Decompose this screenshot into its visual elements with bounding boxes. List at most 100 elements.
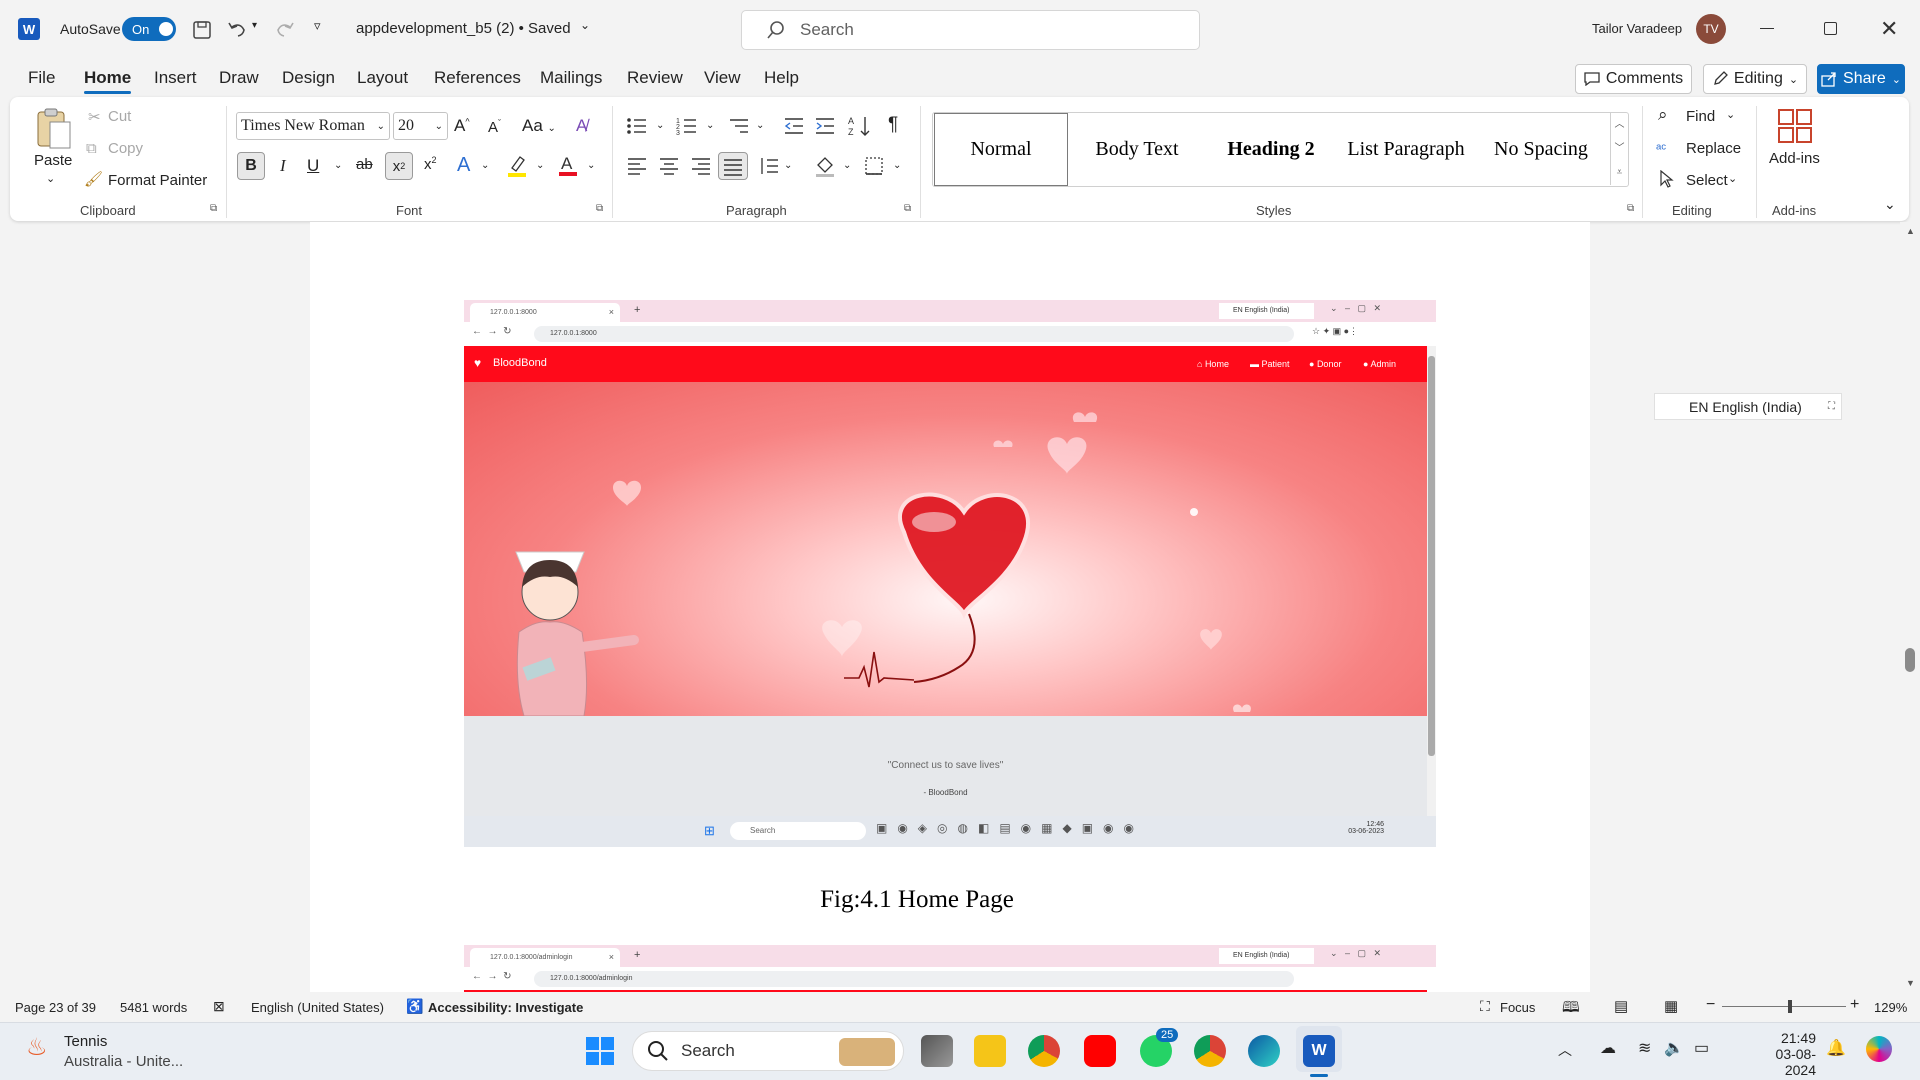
shading-dropdown-icon[interactable]: ⌄ — [843, 160, 851, 171]
numbering-icon[interactable]: 123 — [676, 116, 698, 136]
print-layout-icon[interactable]: ▤ — [1614, 997, 1628, 1015]
find-dropdown-icon[interactable]: ⌄ — [1726, 108, 1735, 121]
taskbar-search[interactable]: Search — [632, 1031, 904, 1071]
style-heading-2[interactable]: Heading 2 — [1204, 113, 1338, 186]
highlight-icon[interactable] — [506, 154, 528, 178]
undo-dropdown-icon[interactable]: ▾ — [252, 20, 257, 31]
text-effects-icon[interactable]: A — [457, 154, 470, 177]
proofing-icon[interactable]: ⊠ — [213, 998, 225, 1015]
strikethrough-button[interactable]: ab — [356, 156, 373, 173]
undo-icon[interactable] — [226, 18, 248, 40]
zoom-out-icon[interactable]: − — [1706, 996, 1715, 1014]
change-case-icon[interactable]: Aa ⌄ — [522, 116, 556, 136]
shrink-font-icon[interactable]: Aˇ — [488, 118, 501, 136]
style-body-text[interactable]: Body Text — [1070, 113, 1204, 186]
format-painter-button[interactable]: Format Painter — [108, 172, 207, 189]
bold-button[interactable]: B — [237, 152, 265, 180]
document-title[interactable]: appdevelopment_b5 (2) • Saved — [356, 20, 571, 37]
paste-dropdown-icon[interactable]: ⌄ — [46, 172, 55, 185]
line-spacing-icon[interactable] — [758, 156, 780, 176]
taskbar-clock[interactable]: 21:49 03-08-2024 — [1748, 1030, 1816, 1078]
close-icon[interactable]: ✕ — [1880, 16, 1898, 42]
tab-design[interactable]: Design — [282, 68, 335, 88]
addins-button[interactable]: Add-ins — [1769, 150, 1820, 167]
wifi-icon[interactable]: ≋ — [1638, 1038, 1651, 1058]
youtube-icon[interactable] — [1084, 1035, 1116, 1067]
borders-dropdown-icon[interactable]: ⌄ — [893, 160, 901, 171]
battery-icon[interactable]: ▭ — [1694, 1038, 1709, 1058]
paste-icon[interactable] — [34, 106, 74, 150]
read-mode-icon[interactable]: 🕮 — [1562, 997, 1580, 1022]
autosave-toggle[interactable]: On — [122, 17, 176, 41]
tab-help[interactable]: Help — [764, 68, 799, 88]
save-icon[interactable] — [191, 19, 213, 41]
superscript-button[interactable]: x2 — [424, 155, 437, 173]
style-list-paragraph[interactable]: List Paragraph — [1338, 113, 1474, 186]
onedrive-icon[interactable]: ☁ — [1600, 1038, 1616, 1058]
tab-mailings[interactable]: Mailings — [540, 68, 602, 88]
italic-button[interactable]: I — [280, 156, 286, 176]
task-view-icon[interactable] — [921, 1035, 953, 1067]
editing-mode-button[interactable]: Editing ⌄ — [1703, 64, 1807, 94]
paste-label[interactable]: Paste — [34, 152, 72, 169]
justify-button[interactable] — [718, 152, 748, 180]
tab-home[interactable]: Home — [84, 68, 131, 88]
tray-chevron-icon[interactable]: ︿ — [1558, 1040, 1572, 1060]
focus-button[interactable]: Focus — [1500, 1000, 1535, 1015]
grow-font-icon[interactable]: A^ — [454, 116, 470, 136]
accessibility-status[interactable]: Accessibility: Investigate — [428, 1000, 583, 1015]
weather-title[interactable]: Tennis — [64, 1033, 107, 1050]
align-right-icon[interactable] — [690, 156, 712, 176]
tab-draw[interactable]: Draw — [219, 68, 259, 88]
align-left-icon[interactable] — [626, 156, 648, 176]
styles-launcher-icon[interactable]: ⧉ — [1627, 203, 1634, 214]
language-status[interactable]: English (United States) — [251, 1000, 384, 1015]
tab-view[interactable]: View — [704, 68, 741, 88]
page-count[interactable]: Page 23 of 39 — [15, 1000, 96, 1015]
show-formatting-marks-icon[interactable]: ¶ — [888, 114, 898, 136]
bullets-icon[interactable] — [626, 116, 648, 136]
shading-icon[interactable] — [814, 155, 836, 177]
zoom-in-icon[interactable]: + — [1850, 996, 1859, 1014]
styles-scroll[interactable]: ︿ ﹀ ⩡ — [1610, 113, 1628, 185]
tab-references[interactable]: References — [434, 68, 521, 88]
word-taskbar-icon[interactable]: W — [1303, 1035, 1335, 1067]
clear-formatting-icon[interactable]: A̸ — [576, 116, 587, 136]
underline-dropdown-icon[interactable]: ⌄ — [334, 160, 342, 171]
decrease-indent-icon[interactable] — [783, 116, 805, 136]
addins-icon[interactable] — [1777, 108, 1813, 144]
avatar[interactable]: TV — [1696, 14, 1726, 44]
font-name-field[interactable]: Times New Roman ⌄ — [236, 112, 390, 140]
restore-icon[interactable] — [1824, 22, 1837, 35]
title-chevron-down-icon[interactable]: ⌄ — [580, 18, 590, 32]
font-launcher-icon[interactable]: ⧉ — [596, 203, 603, 214]
edge-icon[interactable] — [1248, 1035, 1280, 1067]
align-center-icon[interactable] — [658, 156, 680, 176]
underline-button[interactable]: U — [307, 156, 319, 176]
scrollbar-thumb[interactable] — [1905, 648, 1915, 672]
highlight-dropdown-icon[interactable]: ⌄ — [536, 160, 544, 171]
zoom-slider[interactable] — [1722, 1006, 1846, 1007]
word-count[interactable]: 5481 words — [120, 1000, 187, 1015]
borders-icon[interactable] — [864, 156, 884, 176]
search-box[interactable]: Search — [741, 10, 1200, 50]
notification-bell-icon[interactable]: 🔔 — [1826, 1038, 1846, 1058]
text-effects-dropdown-icon[interactable]: ⌄ — [481, 160, 489, 171]
numbering-dropdown-icon[interactable]: ⌄ — [706, 120, 714, 131]
select-button[interactable]: Select — [1686, 172, 1728, 189]
subscript-button[interactable]: x2 — [385, 152, 413, 180]
tab-layout[interactable]: Layout — [357, 68, 408, 88]
ribbon-collapse-icon[interactable]: ⌄ — [1884, 196, 1896, 213]
web-layout-icon[interactable]: ▦ — [1664, 997, 1678, 1015]
bullets-dropdown-icon[interactable]: ⌄ — [656, 120, 664, 131]
tab-insert[interactable]: Insert — [154, 68, 197, 88]
share-button[interactable]: Share ⌄ — [1817, 64, 1905, 94]
language-indicator[interactable]: EN English (India) ⛶ — [1654, 393, 1842, 420]
clipboard-launcher-icon[interactable]: ⧉ — [210, 203, 217, 214]
chrome-profile-icon[interactable] — [1194, 1035, 1226, 1067]
font-size-field[interactable]: 20 ⌄ — [393, 112, 448, 140]
minimize-icon[interactable] — [1760, 28, 1774, 29]
weather-subtitle[interactable]: Australia - Unite... — [64, 1053, 183, 1070]
chrome-icon[interactable] — [1028, 1035, 1060, 1067]
vertical-scrollbar[interactable]: ▲ ▼ — [1900, 222, 1920, 992]
